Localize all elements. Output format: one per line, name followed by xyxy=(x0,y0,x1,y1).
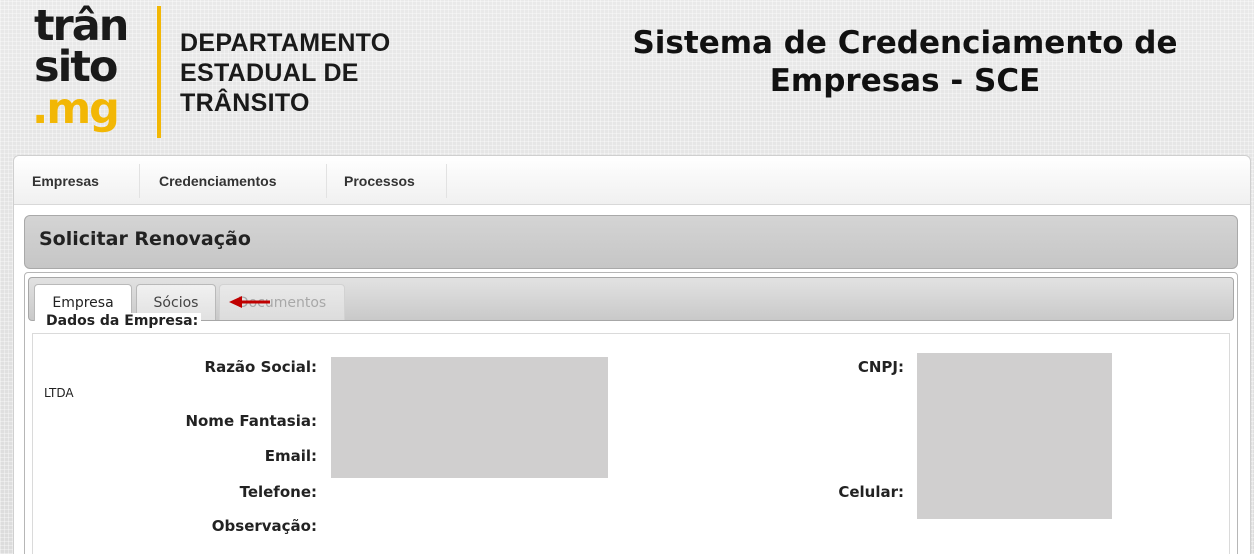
department-line-3: TRÂNSITO xyxy=(180,89,310,117)
cnpj-label: CNPJ: xyxy=(857,358,904,376)
nome-fantasia-label: Nome Fantasia: xyxy=(185,412,317,430)
celular-label: Celular: xyxy=(838,483,904,501)
logo-line-3: .mg xyxy=(32,84,120,134)
system-title-line-2: Empresas - SCE xyxy=(769,63,1041,99)
page-header: Solicitar Renovação xyxy=(24,215,1238,269)
red-arrow-annotation xyxy=(229,296,270,308)
menu-bar: Empresas Credenciamentos Processos xyxy=(14,156,1250,205)
system-title-line-1: Sistema de Credenciamento de xyxy=(632,25,1178,61)
email-label: Email: xyxy=(264,447,317,465)
department-line-1: DEPARTAMENTO xyxy=(180,29,391,57)
logo-line-2: sito xyxy=(34,42,118,92)
telefone-label: Telefone: xyxy=(239,483,317,501)
page-title: Solicitar Renovação xyxy=(39,228,251,250)
department-line-2: ESTADUAL DE xyxy=(180,59,359,87)
menu-separator xyxy=(139,164,140,198)
system-title: Sistema de Credenciamento de Empresas - … xyxy=(560,24,1250,100)
logo-line-1: trân xyxy=(34,1,129,51)
menu-credenciamentos[interactable]: Credenciamentos xyxy=(159,156,276,204)
fieldset-legend: Dados da Empresa: xyxy=(43,313,202,329)
menu-separator xyxy=(326,164,327,198)
razao-social-value: LTDA xyxy=(44,386,74,400)
tab-bar: Empresa Sócios Documentos xyxy=(28,277,1234,321)
menu-empresas[interactable]: Empresas xyxy=(32,156,99,204)
logo-divider xyxy=(157,6,161,138)
observacao-label: Observação: xyxy=(211,517,317,535)
menu-processos[interactable]: Processos xyxy=(344,156,415,204)
menu-separator xyxy=(446,164,447,198)
razao-social-label: Razão Social: xyxy=(204,358,317,376)
redacted-contact-values xyxy=(917,353,1112,519)
redacted-company-values xyxy=(331,357,608,478)
